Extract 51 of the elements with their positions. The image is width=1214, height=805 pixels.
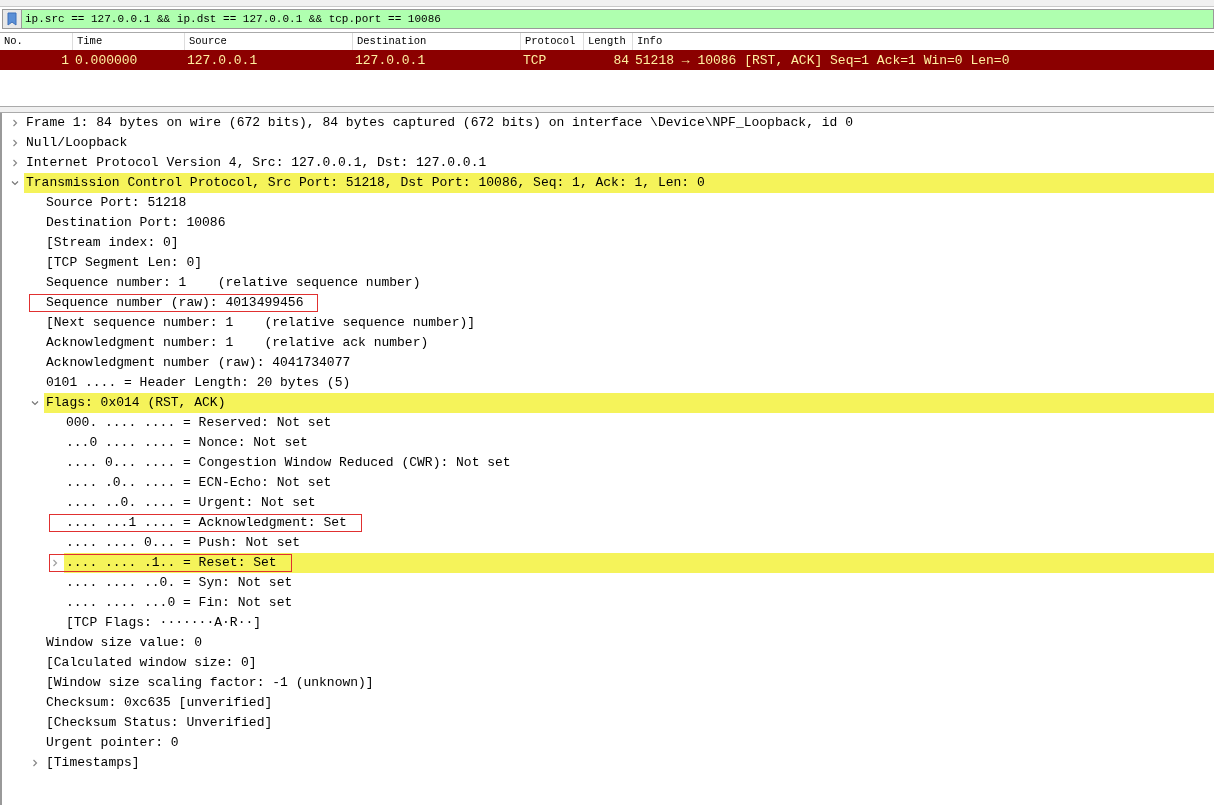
tree-item[interactable]: Acknowledgment number (raw): 4041734077	[44, 353, 1214, 373]
tree-item[interactable]: .... .... .1.. = Reset: Set	[64, 553, 1214, 573]
tree-item[interactable]: .... .... 0... = Push: Not set	[64, 533, 1214, 553]
table-cell-text: 1	[60, 52, 70, 68]
tree-item[interactable]: Null/Loopback	[24, 133, 1214, 153]
bookmark-icon[interactable]	[2, 9, 21, 29]
tree-item[interactable]: Transmission Control Protocol, Src Port: 51218, Dst Port: 10086, Seq: 1, Ack: 1, Len: 0	[24, 173, 1214, 193]
chevron-right-icon[interactable]	[11, 139, 19, 147]
tree-item[interactable]: [TCP Flags: ·······A·R··]	[64, 613, 1214, 633]
tree-item[interactable]: [Checksum Status: Unverified]	[44, 713, 1214, 733]
tree-item[interactable]: Checksum: 0xc635 [unverified]	[44, 693, 1214, 713]
chevron-down-icon[interactable]	[31, 399, 39, 407]
tree-item[interactable]: ...0 .... .... = Nonce: Not set	[64, 433, 1214, 453]
packet-row[interactable]: 1 0.000000 127.0.0.1 127.0.0.1 TCP 84 51218 → 10086 [RST, ACK] Seq=1 Ack=1 Win=0 Len=0	[0, 50, 1214, 70]
tree-item[interactable]: Source Port: 51218	[44, 193, 1214, 213]
column-header[interactable]: Info	[633, 33, 663, 50]
chevron-right-icon[interactable]	[51, 559, 59, 567]
chevron-right-icon[interactable]	[11, 119, 19, 127]
tree-item[interactable]: .... ..0. .... = Urgent: Not set	[64, 493, 1214, 513]
table-cell-text: 51218 → 10086 [RST, ACK] Seq=1 Ack=1 Win=0 Len=0	[634, 52, 1010, 68]
tree-item[interactable]: Acknowledgment number: 1 (relative ack number)	[44, 333, 1214, 353]
tree-item[interactable]: Window size value: 0	[44, 633, 1214, 653]
tree-item[interactable]: Flags: 0x014 (RST, ACK)	[44, 393, 1214, 413]
tree-item[interactable]: [Calculated window size: 0]	[44, 653, 1214, 673]
tree-item[interactable]: [Stream index: 0]	[44, 233, 1214, 253]
tree-item[interactable]: Frame 1: 84 bytes on wire (672 bits), 84 bytes captured (672 bits) on interface \Device\NPF_Loopback, id 0	[24, 113, 1214, 133]
tree-item[interactable]: .... .... ..0. = Syn: Not set	[64, 573, 1214, 593]
tree-item[interactable]: [Timestamps]	[44, 753, 1214, 773]
tree-item[interactable]: [TCP Segment Len: 0]	[44, 253, 1214, 273]
table-cell-text: 127.0.0.1	[186, 52, 259, 68]
table-cell-text: TCP	[522, 52, 548, 68]
table-cell-text: 127.0.0.1	[354, 52, 427, 68]
tree-item[interactable]: [Window size scaling factor: -1 (unknown)]	[44, 673, 1214, 693]
tree-item[interactable]: .... 0... .... = Congestion Window Reduced (CWR): Not set	[64, 453, 1214, 473]
tree-item[interactable]: Sequence number: 1 (relative sequence number)	[44, 273, 1214, 293]
tree-item[interactable]: .... .... ...0 = Fin: Not set	[64, 593, 1214, 613]
tree-item[interactable]: [Next sequence number: 1 (relative sequence number)]	[44, 313, 1214, 333]
tree-item[interactable]: .... ...1 .... = Acknowledgment: Set	[64, 513, 1214, 533]
tree-item[interactable]: 000. .... .... = Reserved: Not set	[64, 413, 1214, 433]
tree-item[interactable]: .... .0.. .... = ECN-Echo: Not set	[64, 473, 1214, 493]
chevron-down-icon[interactable]	[11, 179, 19, 187]
tree-item[interactable]: 0101 .... = Header Length: 20 bytes (5)	[44, 373, 1214, 393]
filter-field[interactable]: ip.src == 127.0.0.1 && ip.dst == 127.0.0.1 && tcp.port == 10086	[21, 9, 1214, 29]
table-cell-text: 84	[612, 52, 630, 68]
tree-item[interactable]: Internet Protocol Version 4, Src: 127.0.0.1, Dst: 127.0.0.1	[24, 153, 1214, 173]
tree-item[interactable]: Sequence number (raw): 4013499456	[44, 293, 1214, 313]
chevron-right-icon[interactable]	[31, 759, 39, 767]
chevron-right-icon[interactable]	[11, 159, 19, 167]
tree-item[interactable]: Destination Port: 10086	[44, 213, 1214, 233]
tree-item[interactable]: Urgent pointer: 0	[44, 733, 1214, 753]
table-cell-text: 0.000000	[74, 52, 139, 68]
